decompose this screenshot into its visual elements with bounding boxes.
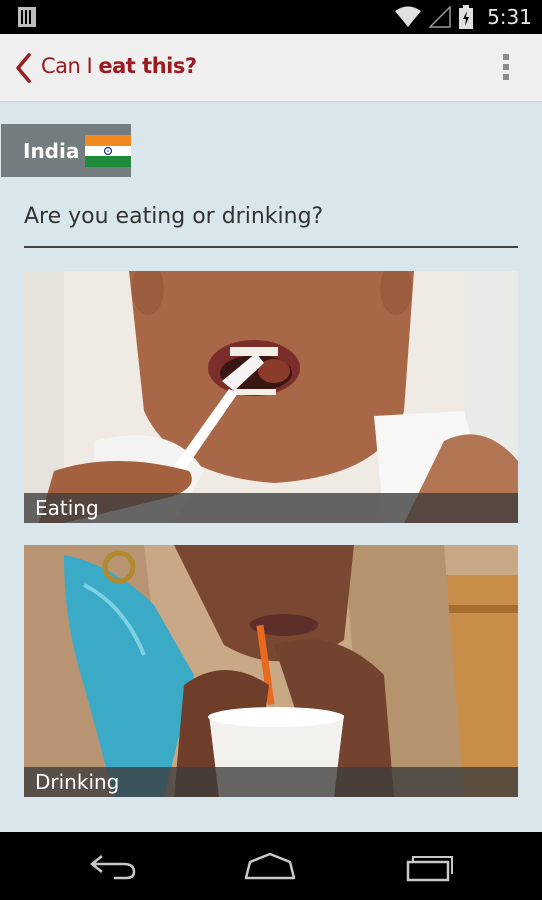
navigation-bar [0,832,542,900]
app-title-plain: Can I [41,54,99,78]
country-name: India [23,138,80,163]
drinking-option[interactable]: Drinking [24,545,518,797]
drinking-photo [24,545,518,797]
wifi-icon [395,6,422,27]
battery-charging-icon [459,5,474,29]
app-title-bold: eat this? [98,54,197,78]
main-content: India Are you eating or drinking? Eating… [0,102,542,832]
status-time: 5:31 [487,5,532,29]
signal-icon [429,6,451,28]
eating-caption: Eating [24,493,518,523]
app-bar: Can I eat this? [0,34,542,102]
country-badge[interactable]: India [1,124,131,177]
question-heading: Are you eating or drinking? [24,204,518,248]
eating-option[interactable]: Eating [24,271,518,523]
back-icon[interactable] [88,850,140,882]
overflow-menu-icon[interactable] [500,52,512,84]
eating-photo [24,271,518,523]
app-title: Can I eat this? [41,54,197,78]
home-icon[interactable] [244,850,296,882]
india-flag-icon [85,135,131,167]
sim-card-icon [18,7,36,27]
chevron-left-icon[interactable] [12,52,36,84]
drinking-caption: Drinking [24,767,518,797]
recent-apps-icon[interactable] [404,850,456,882]
status-bar: 5:31 [0,0,542,34]
